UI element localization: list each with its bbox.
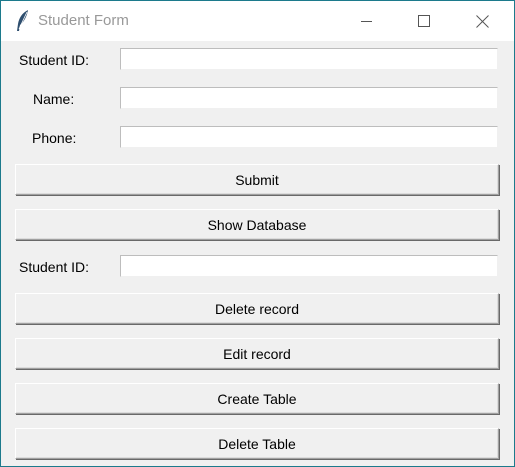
window-title: Student Form [38,12,129,29]
submit-button[interactable]: Submit [15,164,499,195]
student-id-label: Student ID: [19,52,90,68]
create-table-button[interactable]: Create Table [15,383,499,414]
student-form-window: Student Form Student ID: Name: Phone: Su… [0,0,515,467]
edit-record-button[interactable]: Edit record [15,338,499,369]
name-input[interactable] [120,87,498,109]
student-id-input[interactable] [120,48,498,70]
minimize-button[interactable] [343,1,389,41]
phone-label: Phone: [32,130,77,146]
close-icon [476,15,489,28]
maximize-button[interactable] [401,1,447,41]
show-database-button[interactable]: Show Database [15,209,499,240]
delete-record-button[interactable]: Delete record [15,293,499,324]
maximize-icon [418,15,430,27]
close-button[interactable] [459,1,505,41]
delete-student-id-input[interactable] [120,255,498,277]
delete-table-button[interactable]: Delete Table [15,428,499,459]
minimize-icon [361,21,372,22]
delete-student-id-label: Student ID: [19,259,90,275]
phone-input[interactable] [120,126,498,148]
title-bar[interactable]: Student Form [1,1,514,41]
feather-icon [13,9,33,33]
name-label: Name: [33,91,75,107]
